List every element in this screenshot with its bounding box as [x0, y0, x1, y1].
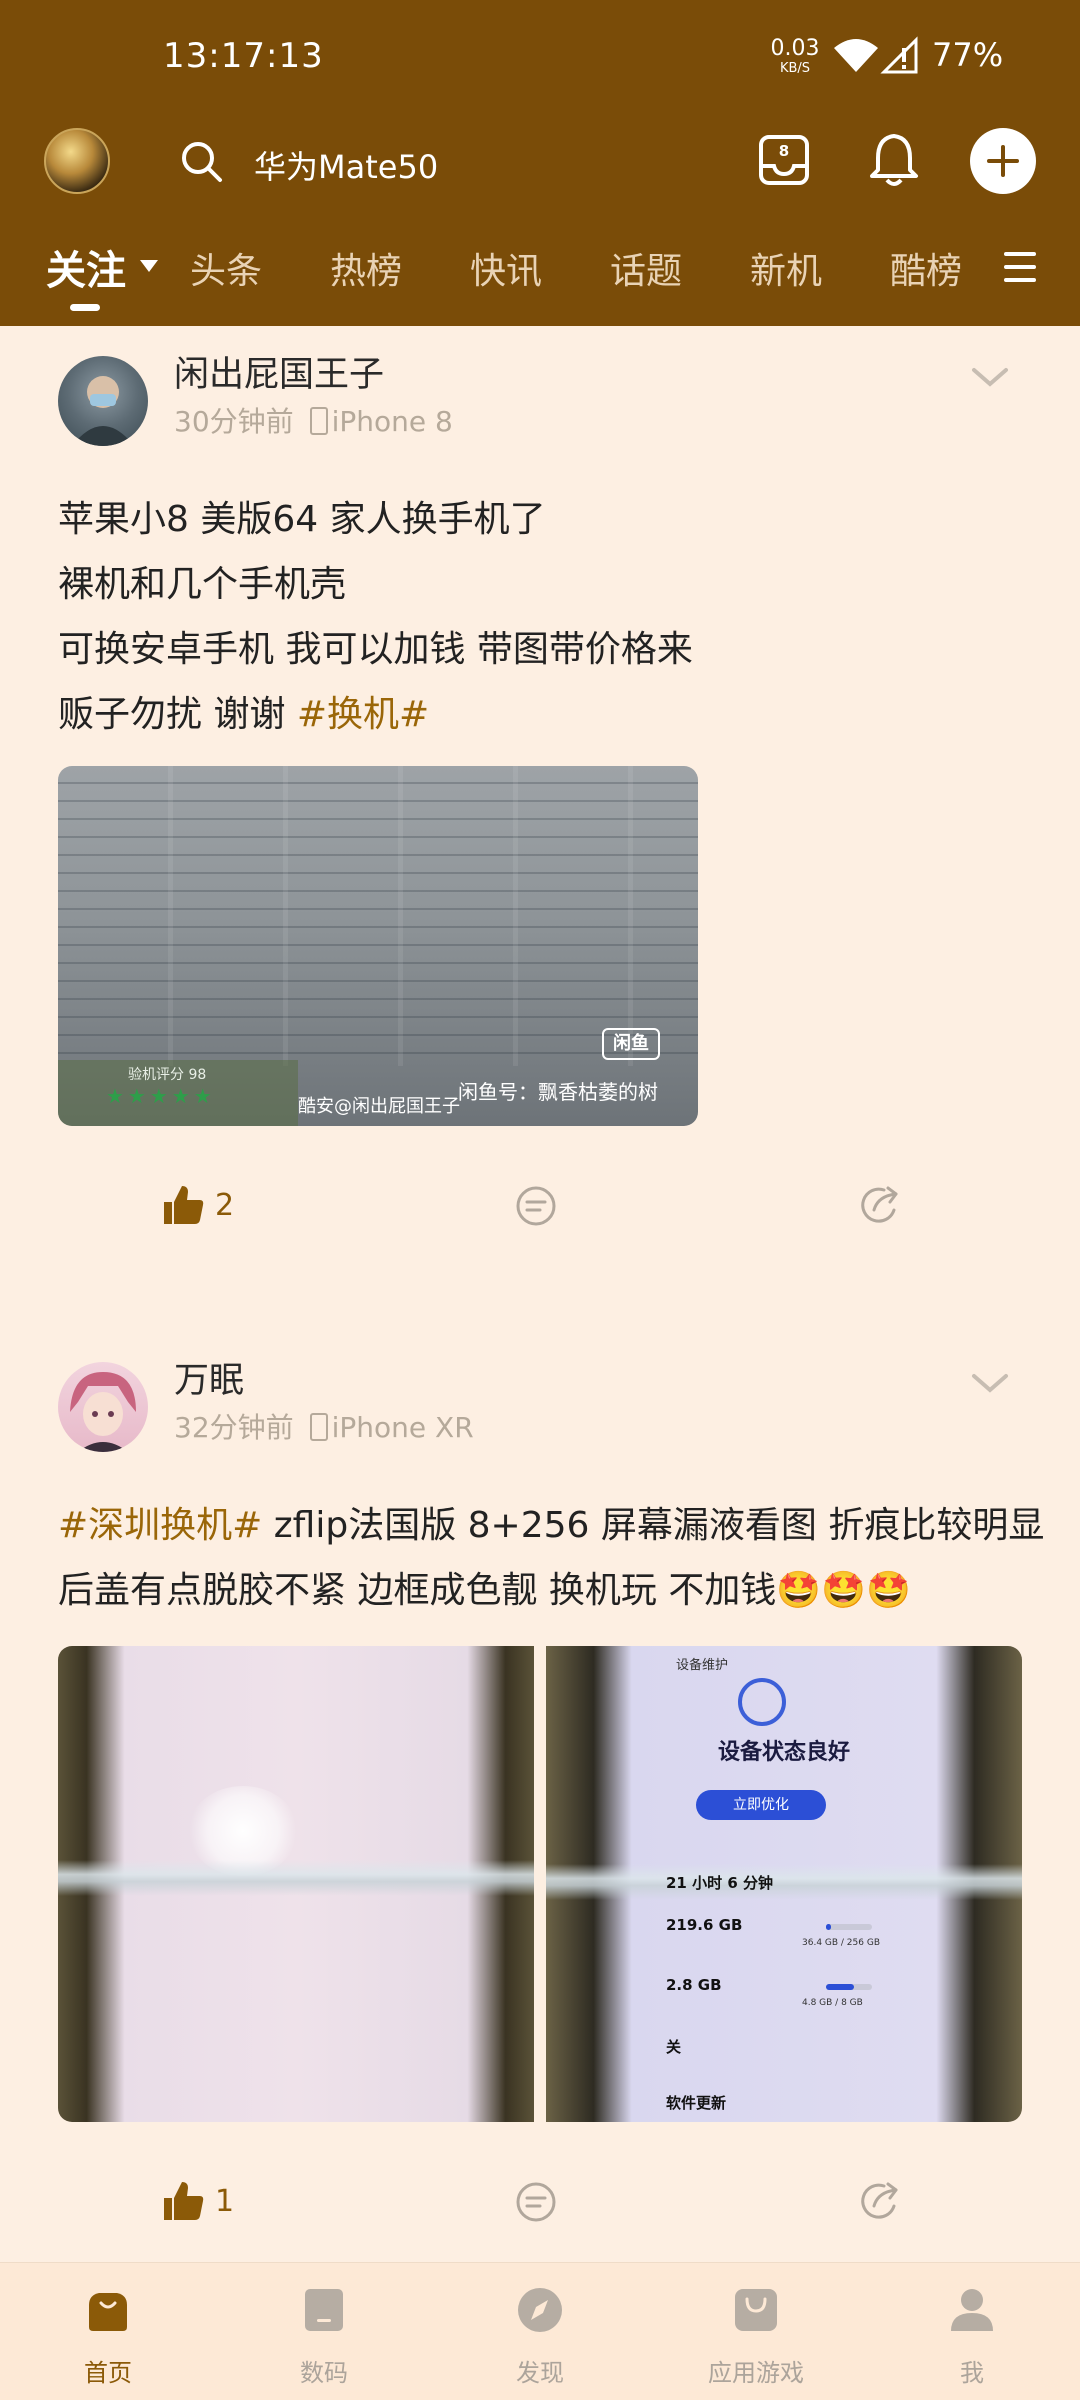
- comment-icon[interactable]: [514, 2180, 558, 2224]
- nav-apps-games[interactable]: 应用游戏: [676, 2285, 836, 2388]
- author-name[interactable]: 万眠: [174, 1352, 244, 1403]
- stat-value: 关: [666, 2038, 682, 2056]
- status-bar: 13:17:13 0.03 KB/S 77%: [0, 0, 1080, 112]
- post-text-line: #深圳换机# zflip法国版 8+256 屏幕漏液看图 折痕比较明显: [58, 1505, 1045, 1546]
- active-tab-indicator: [70, 304, 100, 311]
- nav-discover[interactable]: 发现: [460, 2285, 620, 2388]
- tab-cool-list[interactable]: 酷榜: [890, 242, 962, 294]
- status-time: 13:17:13: [163, 36, 324, 76]
- user-icon: [951, 2289, 993, 2331]
- battery-level: 77%: [932, 36, 1004, 74]
- smile-icon: [738, 1678, 786, 1726]
- search-input[interactable]: 华为Mate50: [254, 142, 438, 188]
- inbox-icon[interactable]: [756, 132, 812, 188]
- top-header: 13:17:13 0.03 KB/S 77% 华为Mate50 8 关注 头条 …: [0, 0, 1080, 326]
- tab-hot[interactable]: 热榜: [330, 242, 402, 294]
- nav-me[interactable]: 我: [892, 2285, 1052, 2388]
- rating-stars: ★★★★★: [106, 1084, 216, 1108]
- xianyu-id: 闲鱼号：飘香枯萎的树: [458, 1080, 658, 1104]
- screen-crease: [58, 1860, 534, 1896]
- optimize-button-image: 立即优化: [696, 1790, 826, 1820]
- memory-bar: [826, 1984, 872, 1990]
- tab-new-devices[interactable]: 新机: [750, 242, 822, 294]
- plus-icon: [987, 145, 1019, 177]
- stat-total: 4.8 GB / 8 GB: [802, 1998, 863, 2008]
- xianyu-badge: 闲鱼: [602, 1028, 660, 1060]
- anime-avatar-image: [70, 1372, 136, 1452]
- share-icon[interactable]: [858, 1184, 902, 1228]
- post-image[interactable]: 验机评分 98 ★★★★★ 闲鱼 闲鱼号：飘香枯萎的树 酷安@闲出屁国王子: [58, 766, 698, 1126]
- add-post-button[interactable]: [970, 128, 1036, 194]
- store-icon: [735, 2289, 777, 2331]
- like-count: 1: [215, 2184, 235, 2219]
- bell-icon[interactable]: [866, 130, 922, 190]
- spec-table-columns: [58, 766, 698, 1066]
- post-image[interactable]: [58, 1646, 534, 2122]
- wifi-icon: [834, 39, 878, 72]
- post-text-line: 后盖有点脱胶不紧 边框成色靓 换机玩 不加钱🤩🤩🤩: [58, 1570, 911, 1611]
- check-score: 验机评分 98: [128, 1067, 207, 1083]
- top-tabs: 关注 头条 热榜 快讯 话题 新机 酷榜: [0, 232, 1080, 311]
- search-icon[interactable]: [178, 138, 226, 186]
- hashtag-link[interactable]: #深圳换机#: [58, 1505, 262, 1546]
- image-watermark: 酷安@闲出屁国王子: [298, 1096, 460, 1117]
- post-actions: 1: [0, 2178, 1080, 2238]
- thumbs-up-icon[interactable]: [160, 1182, 206, 1228]
- nav-home[interactable]: 首页: [28, 2285, 188, 2388]
- tab-topics[interactable]: 话题: [610, 242, 682, 294]
- share-icon[interactable]: [858, 2180, 902, 2224]
- phone-icon: [309, 407, 328, 435]
- chevron-down-icon[interactable]: [970, 1372, 1010, 1396]
- stat-total: 36.4 GB / 256 GB: [802, 1938, 880, 1948]
- network-speed: 0.03 KB/S: [770, 36, 820, 76]
- post-text-line: 可换安卓手机 我可以加钱 带图带价格来: [58, 629, 693, 670]
- compass-icon: [518, 2288, 562, 2332]
- nav-digital[interactable]: 数码: [244, 2285, 404, 2388]
- author-avatar[interactable]: [58, 1362, 148, 1452]
- comment-icon[interactable]: [514, 1184, 558, 1228]
- post-device: iPhone XR: [331, 1411, 474, 1444]
- author-avatar[interactable]: [58, 356, 148, 446]
- post-meta: 30分钟前 iPhone 8: [174, 400, 453, 440]
- signal-icon: [880, 36, 918, 74]
- stat-value: 219.6 GB: [666, 1916, 743, 1934]
- thumbs-up-icon[interactable]: [160, 2178, 206, 2224]
- stat-value: 21 小时 6 分钟: [666, 1874, 773, 1892]
- tab-headlines[interactable]: 头条: [190, 242, 262, 294]
- bottom-nav: 首页 数码 发现 应用游戏 我: [0, 2262, 1080, 2400]
- user-avatar[interactable]: [44, 128, 110, 194]
- caret-down-icon[interactable]: [140, 260, 158, 272]
- hashtag-link[interactable]: #换机#: [297, 694, 429, 735]
- post-image[interactable]: 设备维护 设备状态良好 立即优化 21 小时 6 分钟 219.6 GB 36.…: [546, 1646, 1022, 2122]
- app-root: 13:17:13 0.03 KB/S 77% 华为Mate50 8 关注 头条 …: [0, 0, 1080, 2400]
- post-text-line: 贩子勿扰 谢谢 #换机#: [58, 694, 430, 735]
- storage-bar: [826, 1924, 872, 1930]
- tab-news[interactable]: 快讯: [470, 242, 542, 294]
- post-actions: 2: [0, 1182, 1080, 1242]
- digital-icon: [305, 2289, 343, 2331]
- stat-value: 软件更新: [666, 2094, 727, 2112]
- chevron-down-icon[interactable]: [970, 366, 1010, 390]
- tab-following[interactable]: 关注: [46, 238, 126, 296]
- person-avatar-image: [72, 376, 134, 446]
- screen-header-text: 设备维护: [676, 1658, 729, 1673]
- post-device: iPhone 8: [331, 405, 453, 438]
- home-icon: [89, 2293, 127, 2331]
- inbox-count: 8: [778, 142, 790, 160]
- post-text-line: 苹果小8 美版64 家人换手机了: [58, 499, 546, 540]
- post-time: 32分钟前: [174, 1411, 294, 1444]
- screen-crease: [546, 1864, 1022, 1900]
- author-name[interactable]: 闲出屁国王子: [174, 346, 384, 397]
- like-count: 2: [215, 1188, 235, 1223]
- post-text-line: 裸机和几个手机壳: [58, 564, 347, 605]
- phone-icon: [309, 1413, 328, 1441]
- stat-value: 2.8 GB: [666, 1976, 722, 1994]
- device-status-title: 设备状态良好: [717, 1740, 850, 1765]
- post-time: 30分钟前: [174, 405, 294, 438]
- menu-icon[interactable]: [1004, 250, 1036, 284]
- post-meta: 32分钟前 iPhone XR: [174, 1406, 474, 1446]
